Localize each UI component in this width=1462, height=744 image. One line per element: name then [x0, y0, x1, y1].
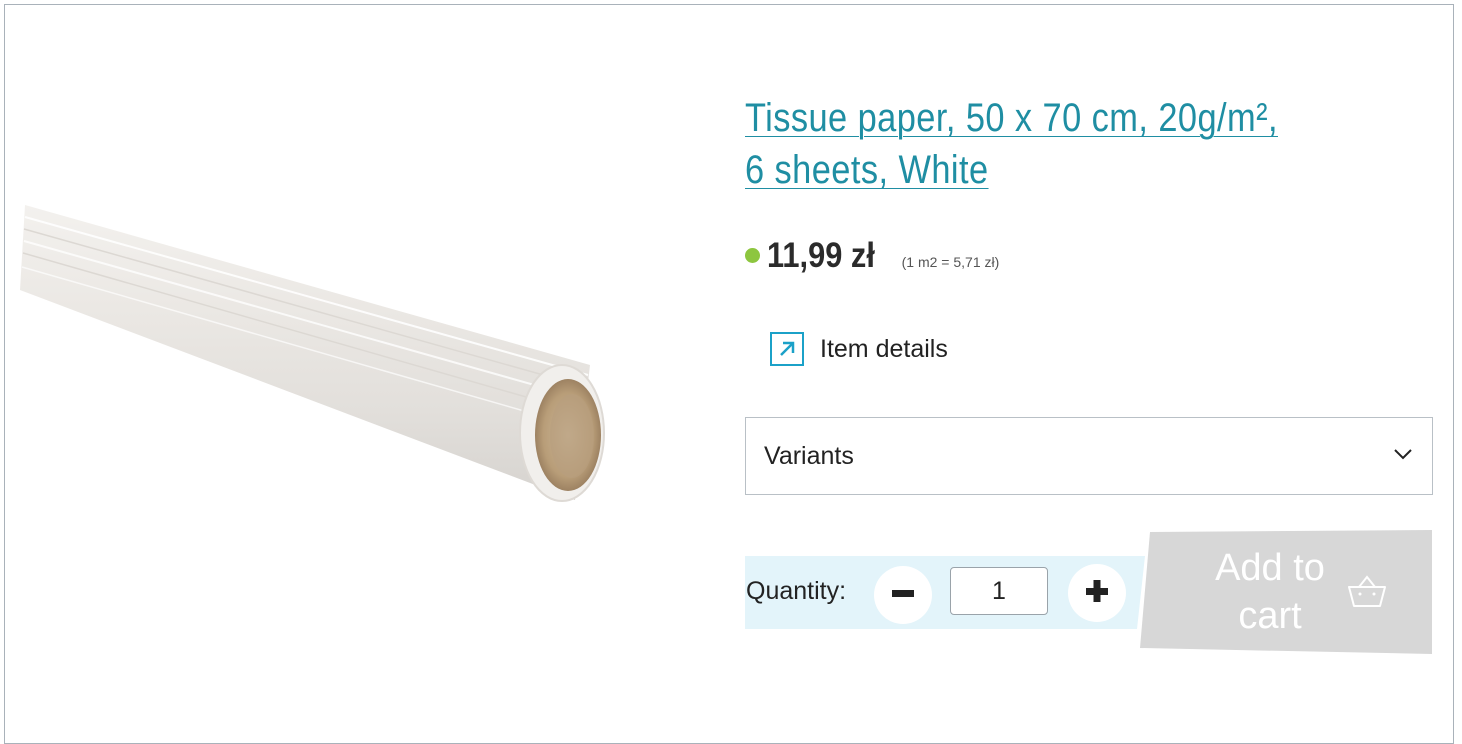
quantity-decrease-button[interactable] [874, 566, 932, 624]
paper-roll-image [20, 205, 605, 502]
minus-icon [890, 580, 916, 611]
availability-dot [745, 248, 760, 263]
quantity-input[interactable] [950, 567, 1048, 615]
quantity-increase-button[interactable] [1068, 564, 1126, 622]
product-price: 11,99 zł [767, 236, 875, 275]
variants-label: Variants [764, 441, 854, 470]
external-arrow-icon [770, 332, 804, 366]
price-row: 11,99 zł (1 m2 = 5,71 zł) [745, 236, 999, 276]
basket-icon [1345, 570, 1389, 619]
add-to-cart-label: Add to cart [1215, 547, 1325, 637]
plus-icon [1084, 578, 1110, 609]
quantity-label: Quantity: [746, 577, 847, 605]
item-details-label: Item details [820, 334, 948, 363]
variants-select[interactable]: Variants [745, 417, 1433, 495]
item-details-link[interactable]: Item details [770, 332, 948, 366]
product-title-link[interactable]: Tissue paper, 50 x 70 cm, 20g/m², 6 shee… [745, 92, 1295, 196]
chevron-down-icon [1392, 447, 1414, 466]
product-image[interactable] [20, 195, 610, 515]
unit-price: (1 m2 = 5,71 zł) [901, 254, 1000, 270]
add-to-cart-button[interactable]: Add to cart [1140, 530, 1432, 654]
